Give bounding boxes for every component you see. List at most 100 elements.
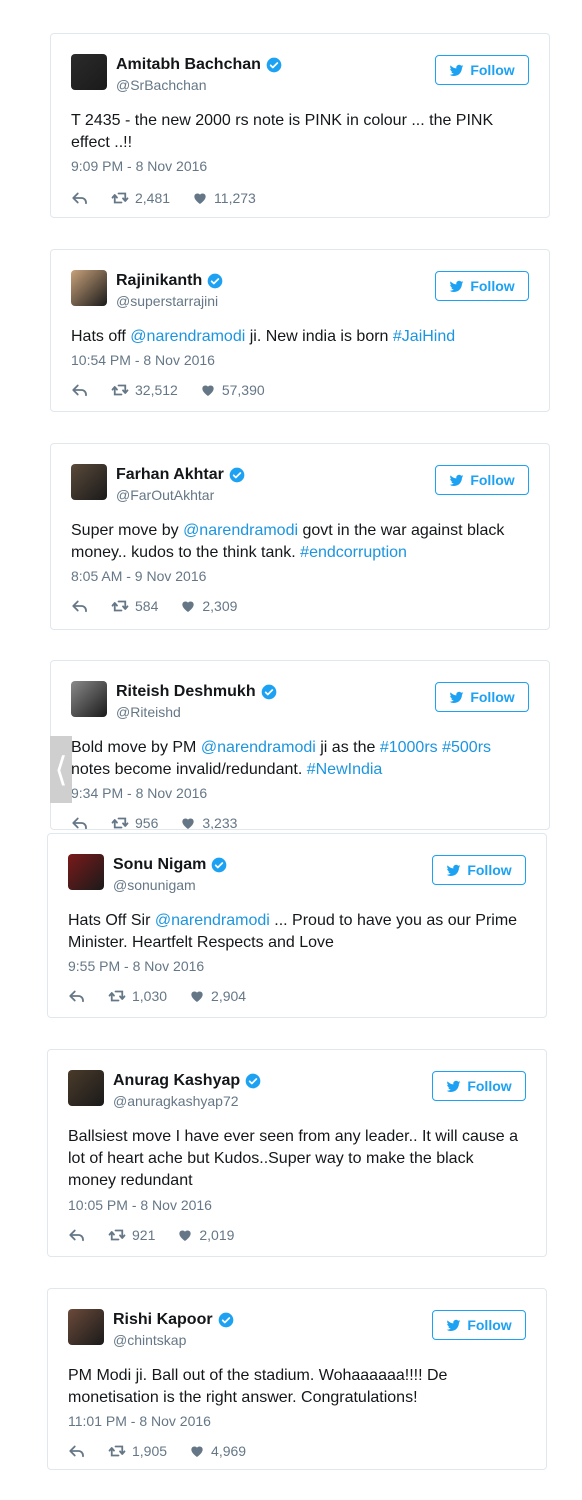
follow-button[interactable]: Follow — [432, 855, 526, 885]
reply-button[interactable] — [71, 381, 89, 399]
follow-label: Follow — [470, 689, 515, 705]
tweet-link[interactable]: #endcorruption — [300, 544, 407, 561]
author-name[interactable]: Rishi Kapoor — [113, 1311, 234, 1329]
author-handle[interactable]: @chintskap — [113, 1332, 186, 1348]
tweet-timestamp[interactable]: 9:09 PM - 8 Nov 2016 — [71, 158, 207, 174]
author-handle[interactable]: @anuragkashyap72 — [113, 1093, 239, 1109]
retweet-icon — [108, 1445, 126, 1457]
avatar[interactable] — [71, 54, 107, 90]
retweet-button[interactable]: 32,512 — [111, 381, 178, 399]
tweet-link[interactable]: @narendramodi — [130, 328, 245, 345]
verified-icon — [218, 1312, 233, 1328]
retweet-button[interactable]: 2,481 — [111, 189, 170, 207]
reply-icon — [69, 1445, 84, 1458]
avatar[interactable] — [71, 464, 107, 500]
tweet-timestamp[interactable]: 8:05 AM - 9 Nov 2016 — [71, 568, 206, 584]
tweet-timestamp[interactable]: 10:54 PM - 8 Nov 2016 — [71, 352, 215, 368]
tweet-timestamp[interactable]: 10:05 PM - 8 Nov 2016 — [68, 1197, 212, 1213]
like-button[interactable]: 3,233 — [180, 815, 237, 829]
retweet-button[interactable]: 956 — [111, 814, 159, 830]
tweet-text-fragment: Ballsiest move I have ever seen from any… — [68, 1128, 518, 1189]
follow-label: Follow — [470, 472, 515, 488]
author-name[interactable]: Farhan Akhtar — [116, 466, 245, 484]
tweet-timestamp[interactable]: 9:55 PM - 8 Nov 2016 — [68, 958, 204, 974]
retweet-count: 1,905 — [132, 1443, 168, 1459]
tweet-link[interactable]: @narendramodi — [201, 739, 316, 756]
tweet-timestamp[interactable]: 9:34 PM - 8 Nov 2016 — [71, 785, 207, 801]
author-name[interactable]: Sonu Nigam — [113, 856, 227, 874]
avatar[interactable] — [68, 854, 104, 890]
avatar[interactable] — [71, 270, 107, 306]
reply-icon — [72, 600, 87, 613]
author-name[interactable]: Amitabh Bachchan — [116, 56, 282, 74]
author-handle[interactable]: @sonunigam — [113, 877, 196, 893]
retweet-button[interactable]: 1,030 — [108, 987, 167, 1005]
tweet-text-fragment: Hats Off Sir — [68, 912, 155, 929]
tweet-link[interactable]: @narendramodi — [155, 912, 270, 929]
tweet-actions: 1,905 4,969 — [68, 1442, 268, 1460]
author-handle[interactable]: @SrBachchan — [116, 77, 206, 93]
follow-button[interactable]: Follow — [435, 465, 529, 495]
tweet-timestamp[interactable]: 11:01 PM - 8 Nov 2016 — [68, 1413, 211, 1429]
tweet-link[interactable]: #NewIndia — [307, 761, 383, 778]
tweet-link[interactable]: @narendramodi — [183, 522, 298, 539]
tweet-link[interactable]: #JaiHind — [393, 328, 455, 345]
avatar[interactable] — [71, 681, 107, 717]
avatar[interactable] — [68, 1070, 104, 1106]
reply-button[interactable] — [68, 987, 86, 1005]
like-button[interactable]: 11,273 — [192, 190, 256, 206]
retweet-icon — [111, 192, 129, 204]
reply-icon — [72, 817, 87, 829]
retweet-button[interactable]: 921 — [108, 1226, 155, 1244]
tweet-actions: 1,030 2,904 — [68, 987, 268, 1005]
reply-button[interactable] — [71, 814, 89, 829]
tweet-card: Amitabh Bachchan @SrBachchan Follow T 2435 … — [50, 33, 550, 218]
author-handle[interactable]: @FarOutAkhtar — [116, 487, 214, 503]
follow-button[interactable]: Follow — [435, 55, 529, 85]
follow-button[interactable]: Follow — [435, 271, 529, 301]
tweet-link[interactable]: #1000rs — [380, 739, 438, 756]
heart-icon — [202, 385, 214, 396]
tweet-text: Super move by @narendramodi govt in the … — [71, 520, 529, 564]
like-button[interactable]: 2,309 — [180, 598, 237, 614]
reply-button[interactable] — [71, 189, 89, 207]
retweet-count: 956 — [135, 815, 159, 830]
tweet-text-fragment: ji as the — [315, 739, 380, 756]
retweet-icon — [108, 990, 126, 1002]
retweet-count: 2,481 — [135, 190, 171, 206]
author-name[interactable]: Anurag Kashyap — [113, 1072, 261, 1090]
tweet-link[interactable]: #500rs — [442, 739, 491, 756]
like-button[interactable]: 2,904 — [189, 988, 246, 1004]
tweet-text-fragment: Bold move by PM — [71, 739, 201, 756]
like-count: 11,273 — [214, 190, 256, 206]
avatar[interactable] — [68, 1309, 104, 1345]
follow-label: Follow — [470, 62, 515, 78]
author-name[interactable]: Rajinikanth — [116, 272, 223, 290]
tweet-text: T 2435 - the new 2000 rs note is PINK in… — [71, 110, 529, 154]
tweet-card: Anurag Kashyap @anuragkashyap72 Follow Ball… — [47, 1049, 547, 1257]
author-handle[interactable]: @Riteishd — [116, 704, 181, 720]
follow-button[interactable]: Follow — [435, 682, 529, 712]
author-name[interactable]: Riteish Deshmukh — [116, 683, 277, 701]
twitter-bird-icon — [449, 691, 464, 703]
retweet-button[interactable]: 584 — [111, 597, 158, 615]
tweet-text-fragment: Super move by — [71, 522, 184, 539]
like-button[interactable]: 4,969 — [189, 1443, 246, 1459]
reply-button[interactable] — [68, 1226, 86, 1244]
chevron-left-icon[interactable]: ⟨ — [50, 736, 72, 803]
reply-icon — [72, 384, 87, 397]
author-name-label: Anurag Kashyap — [113, 1072, 241, 1089]
tweet-actions: 2,481 11,273 — [71, 189, 278, 207]
retweet-button[interactable]: 1,905 — [108, 1442, 167, 1460]
like-button[interactable]: 2,019 — [177, 1227, 234, 1243]
tweet-text: PM Modi ji. Ball out of the stadium. Woh… — [68, 1365, 526, 1409]
twitter-bird-icon — [449, 64, 464, 76]
tweet-text: Bold move by PM @narendramodi ji as the … — [71, 737, 529, 781]
heart-icon — [179, 1230, 192, 1241]
like-button[interactable]: 57,390 — [200, 382, 265, 398]
author-handle[interactable]: @superstarrajini — [116, 293, 218, 309]
reply-button[interactable] — [71, 597, 89, 615]
reply-button[interactable] — [68, 1442, 86, 1460]
follow-button[interactable]: Follow — [432, 1071, 526, 1101]
follow-button[interactable]: Follow — [432, 1310, 526, 1340]
